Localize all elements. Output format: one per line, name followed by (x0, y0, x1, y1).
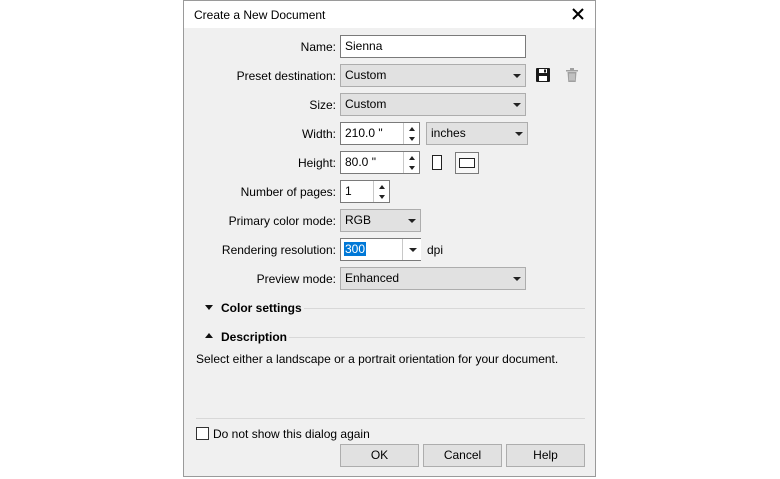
color-settings-label: Color settings (221, 301, 302, 315)
units-select[interactable]: inches (426, 122, 528, 145)
pages-label: Number of pages: (240, 185, 336, 199)
dont-show-again-label: Do not show this dialog again (213, 427, 370, 441)
ok-button[interactable]: OK (340, 444, 419, 467)
preview-mode-select[interactable]: Enhanced (340, 267, 526, 290)
spin-up-icon[interactable] (409, 156, 415, 160)
preset-destination-value: Custom (345, 68, 387, 82)
description-label: Description (221, 330, 288, 344)
color-mode-label: Primary color mode: (228, 214, 336, 228)
landscape-orientation-button[interactable] (455, 152, 479, 174)
description-header[interactable]: Description (184, 328, 595, 346)
pages-stepper[interactable] (373, 181, 389, 202)
chevron-down-icon (408, 219, 416, 223)
preview-mode-value: Enhanced (345, 271, 400, 285)
color-mode-value: RGB (345, 213, 372, 227)
chevron-up-icon (205, 333, 213, 338)
spin-down-icon[interactable] (409, 137, 415, 141)
resolution-value: 300 (344, 242, 367, 256)
dialog-title: Create a New Document (194, 8, 326, 22)
width-input[interactable]: 210.0 " (340, 122, 420, 145)
resolution-input[interactable]: 300 (340, 238, 421, 261)
height-stepper[interactable] (403, 152, 419, 173)
width-value: 210.0 " (345, 126, 383, 140)
description-text: Select either a landscape or a portrait … (196, 352, 559, 366)
save-icon[interactable] (535, 67, 551, 83)
spin-down-icon[interactable] (379, 195, 385, 199)
pages-input[interactable]: 1 (340, 180, 390, 203)
checkbox-box[interactable] (196, 427, 209, 440)
footer-divider (196, 418, 585, 419)
dont-show-again-checkbox[interactable]: Do not show this dialog again (196, 426, 396, 442)
color-settings-header[interactable]: Color settings (184, 299, 595, 317)
width-label: Width: (301, 127, 336, 141)
portrait-orientation-icon[interactable] (430, 153, 444, 173)
name-label: Name: (300, 40, 336, 54)
spin-up-icon[interactable] (409, 127, 415, 131)
name-input[interactable]: Sienna (340, 35, 526, 58)
height-input[interactable]: 80.0 " (340, 151, 420, 174)
chevron-down-icon (513, 277, 521, 281)
resolution-label: Rendering resolution: (221, 243, 336, 257)
height-label: Height: (297, 156, 336, 170)
close-icon[interactable] (568, 4, 588, 24)
divider (304, 308, 585, 309)
preview-mode-label: Preview mode: (256, 272, 336, 286)
chevron-down-icon (205, 305, 213, 310)
landscape-orientation-icon (459, 158, 475, 168)
width-stepper[interactable] (403, 123, 419, 144)
title-bar: Create a New Document (184, 1, 595, 28)
spin-down-icon[interactable] (409, 166, 415, 170)
cancel-button[interactable]: Cancel (423, 444, 502, 467)
create-document-dialog: Create a New Document Name: Sienna Prese… (183, 0, 596, 477)
height-value: 80.0 " (345, 155, 376, 169)
size-label: Size: (309, 98, 336, 112)
pages-value: 1 (345, 184, 352, 198)
chevron-down-icon (515, 132, 523, 136)
size-select[interactable]: Custom (340, 93, 526, 116)
size-value: Custom (345, 97, 387, 111)
chevron-down-icon (513, 103, 521, 107)
preset-destination-label: Preset destination: (236, 69, 336, 83)
divider (289, 337, 585, 338)
help-button[interactable]: Help (506, 444, 585, 467)
units-value: inches (431, 126, 466, 140)
resolution-unit: dpi (427, 243, 444, 257)
chevron-down-icon (513, 74, 521, 78)
trash-icon[interactable] (564, 67, 580, 83)
resolution-dropdown-button[interactable] (402, 239, 421, 260)
color-mode-select[interactable]: RGB (340, 209, 421, 232)
name-value: Sienna (345, 39, 383, 53)
spin-up-icon[interactable] (379, 185, 385, 189)
chevron-down-icon (409, 248, 417, 252)
preset-destination-select[interactable]: Custom (340, 64, 526, 87)
